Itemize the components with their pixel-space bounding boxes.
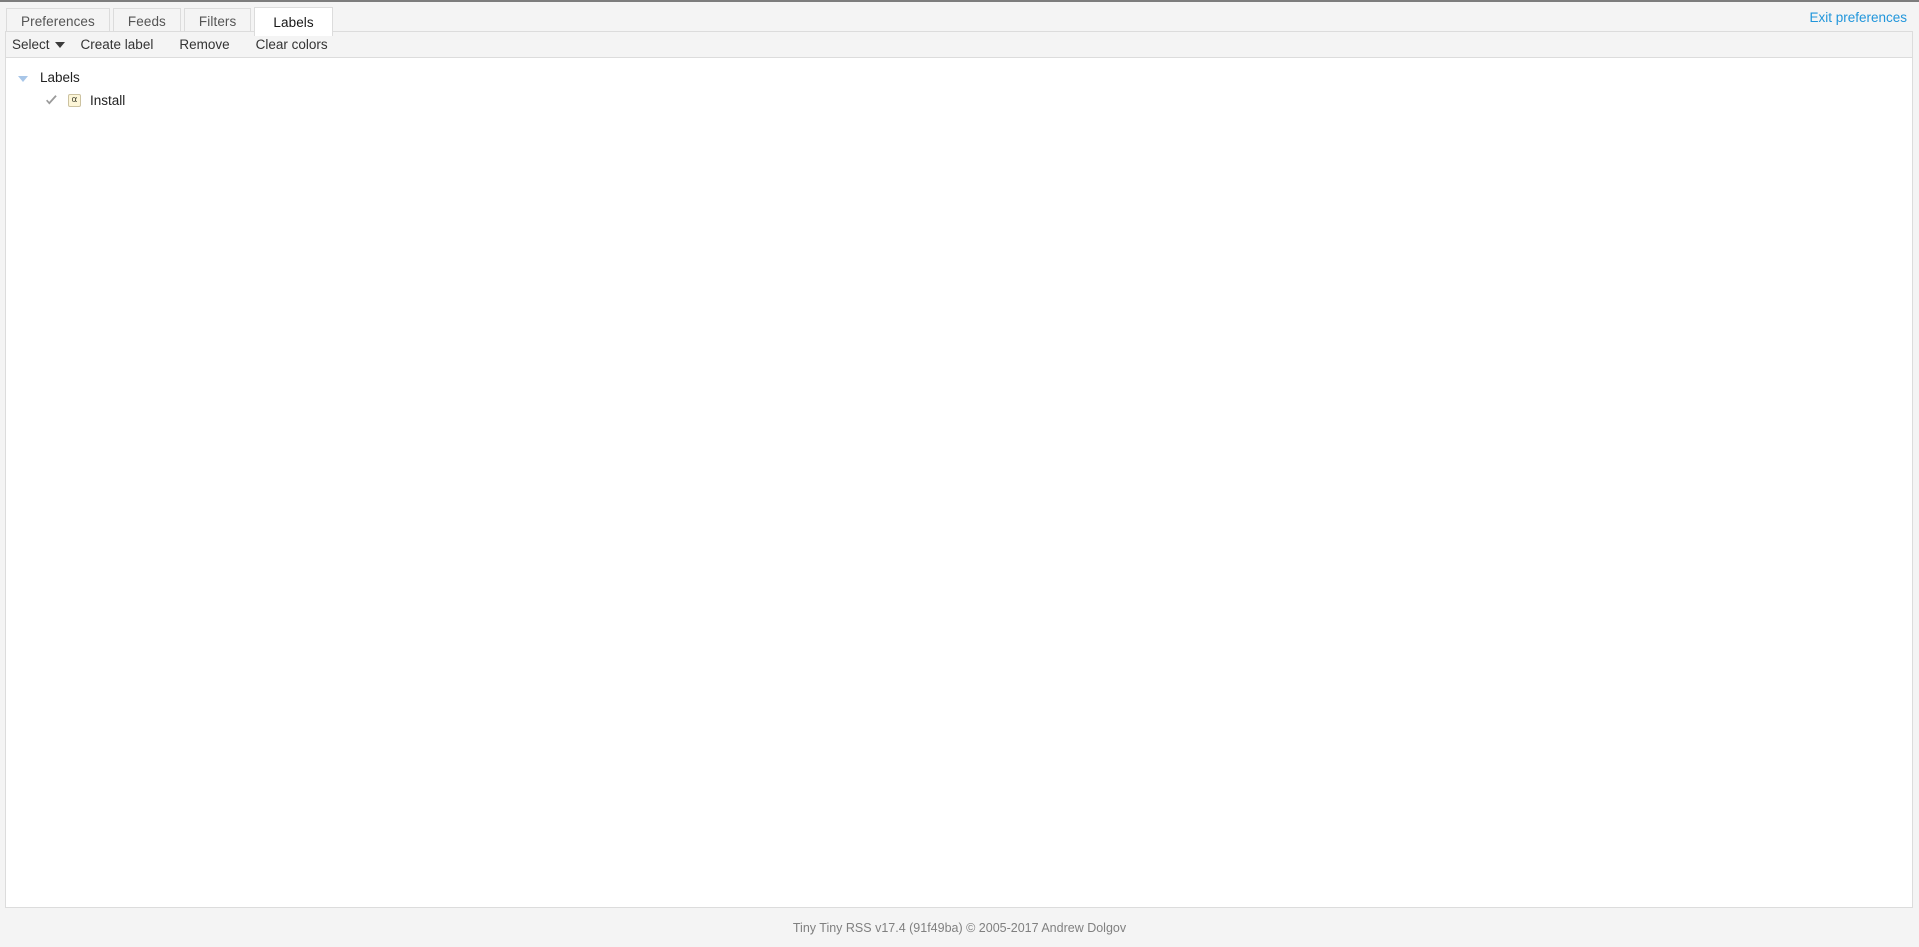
tree-root-label: Labels — [40, 70, 80, 85]
clear-colors-button-label: Clear colors — [255, 37, 328, 52]
tab-feeds[interactable]: Feeds — [112, 8, 181, 33]
tree-root-labels[interactable]: Labels — [6, 68, 1912, 87]
clear-colors-button[interactable]: Clear colors — [256, 37, 328, 52]
tab-strip: Preferences Feeds Filters Labels Exit pr… — [0, 2, 1919, 36]
label-swatch-glyph: α — [71, 95, 78, 105]
list-item[interactable]: α Install — [6, 90, 1912, 111]
remove-button[interactable]: Remove — [179, 37, 229, 52]
label-color-swatch[interactable]: α — [68, 94, 81, 107]
tab-list: Preferences Feeds Filters Labels — [6, 7, 336, 36]
select-dropdown-label: Select — [12, 37, 50, 52]
create-label-button-label: Create label — [80, 37, 154, 52]
tab-filters-label: Filters — [198, 13, 237, 29]
check-icon[interactable] — [44, 93, 59, 108]
tab-preferences-label: Preferences — [21, 13, 95, 29]
page-footer: Tiny Tiny RSS v17.4 (91f49ba) © 2005-201… — [0, 908, 1919, 947]
triangle-down-icon[interactable] — [16, 71, 30, 85]
remove-button-label: Remove — [179, 37, 230, 52]
tab-preferences[interactable]: Preferences — [6, 8, 110, 33]
create-label-button[interactable]: Create label — [81, 37, 154, 52]
tab-labels[interactable]: Labels — [254, 7, 333, 36]
tab-labels-label: Labels — [273, 14, 314, 30]
labels-tree: Labels α Install — [6, 58, 1912, 111]
label-name[interactable]: Install — [90, 93, 125, 108]
tab-feeds-label: Feeds — [127, 13, 166, 29]
exit-preferences-link[interactable]: Exit preferences — [1809, 10, 1907, 25]
chevron-down-icon — [54, 41, 65, 48]
select-dropdown-button[interactable]: Select — [12, 37, 65, 52]
tab-filters[interactable]: Filters — [183, 8, 252, 33]
preferences-content-panel: Select Create label Remove Clear colors … — [5, 31, 1913, 908]
footer-version-text: Tiny Tiny RSS v17.4 (91f49ba) © 2005-201… — [792, 920, 1127, 935]
